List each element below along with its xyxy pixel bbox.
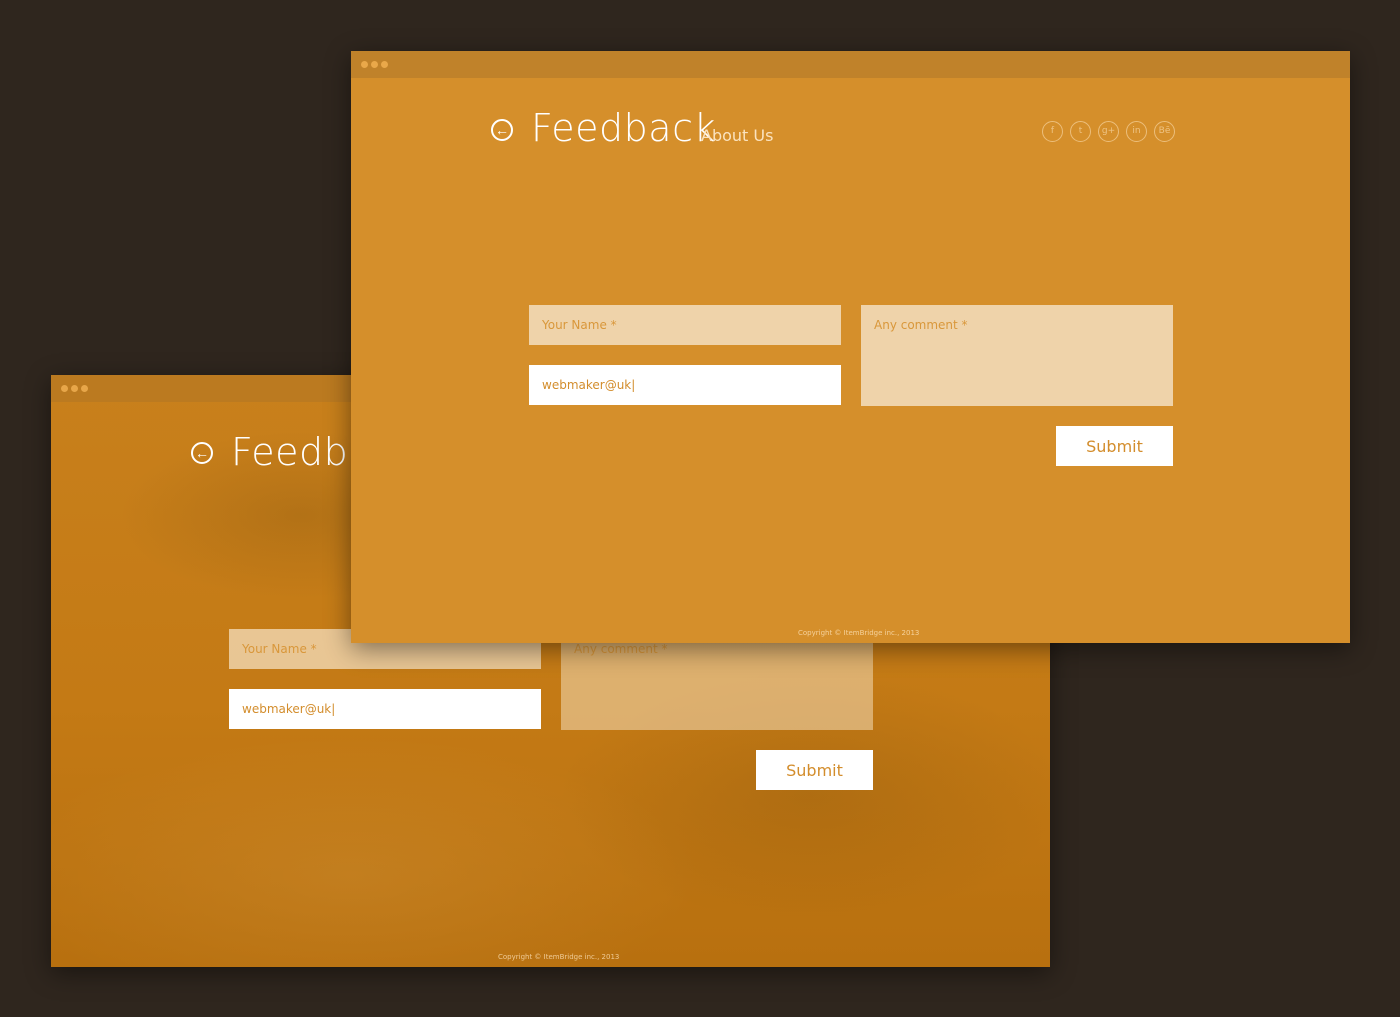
comment-textarea[interactable] bbox=[561, 629, 873, 730]
submit-button[interactable]: Submit bbox=[1056, 426, 1173, 466]
window-titlebar bbox=[351, 51, 1350, 78]
window-dot-icon[interactable] bbox=[71, 385, 78, 392]
google-plus-icon[interactable]: g+ bbox=[1098, 121, 1119, 142]
about-us-link[interactable]: About Us bbox=[701, 126, 773, 145]
submit-button[interactable]: Submit bbox=[756, 750, 873, 790]
window-dot-icon[interactable] bbox=[381, 61, 388, 68]
copyright-text: Copyright © ItemBridge inc., 2013 bbox=[498, 953, 620, 961]
email-input[interactable] bbox=[229, 689, 541, 729]
name-input[interactable] bbox=[529, 305, 841, 345]
copyright-text: Copyright © ItemBridge inc., 2013 bbox=[798, 629, 920, 637]
window-controls bbox=[361, 61, 388, 68]
front-browser-window: ← Feedback About Us f t g+ in Bē Submit … bbox=[351, 51, 1350, 643]
social-links: f t g+ in Bē bbox=[1042, 121, 1175, 142]
behance-icon[interactable]: Bē bbox=[1154, 121, 1175, 142]
facebook-icon[interactable]: f bbox=[1042, 121, 1063, 142]
email-input[interactable] bbox=[529, 365, 841, 405]
linkedin-icon[interactable]: in bbox=[1126, 121, 1147, 142]
page-title: Feedback bbox=[531, 106, 716, 150]
window-dot-icon[interactable] bbox=[61, 385, 68, 392]
twitter-icon[interactable]: t bbox=[1070, 121, 1091, 142]
back-arrow-icon[interactable]: ← bbox=[491, 119, 513, 141]
window-dot-icon[interactable] bbox=[81, 385, 88, 392]
window-dot-icon[interactable] bbox=[371, 61, 378, 68]
window-dot-icon[interactable] bbox=[361, 61, 368, 68]
back-arrow-icon[interactable]: ← bbox=[191, 442, 213, 464]
comment-textarea[interactable] bbox=[861, 305, 1173, 406]
window-controls bbox=[61, 385, 88, 392]
